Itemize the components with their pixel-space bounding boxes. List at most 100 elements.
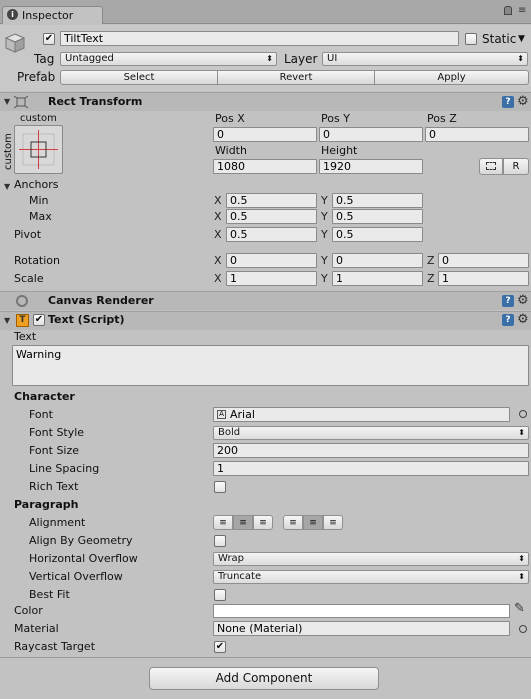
text-script-enabled-checkbox[interactable]: ✔	[33, 314, 45, 326]
tag-value: Untagged	[65, 53, 114, 64]
dropdown-arrow-icon: ⬍	[518, 428, 525, 437]
help-icon[interactable]: ?	[502, 96, 514, 108]
color-swatch[interactable]	[213, 604, 510, 618]
info-icon: i	[7, 9, 18, 20]
align-middle-button[interactable]: ≡	[303, 515, 323, 530]
foldout-arrow-icon[interactable]: ▼	[4, 316, 10, 325]
anchor-preset-icon	[19, 130, 58, 169]
anchors-label: Anchors	[14, 178, 59, 191]
layer-dropdown[interactable]: UI ⬍	[322, 52, 528, 66]
inspector-tab[interactable]: i Inspector	[2, 6, 103, 24]
prefab-revert-button[interactable]: Revert	[217, 70, 375, 85]
align-bottom-icon: ≡	[329, 518, 337, 528]
add-component-button[interactable]: Add Component	[149, 667, 379, 690]
eyedropper-icon[interactable]: ✎	[514, 602, 525, 616]
horizontal-overflow-dropdown[interactable]: Wrap ⬍	[213, 552, 529, 566]
prefab-label: Prefab	[17, 70, 56, 84]
font-asset-icon: A	[217, 410, 226, 419]
object-picker-icon[interactable]	[519, 410, 527, 418]
scale-y-field[interactable]: 1	[332, 271, 423, 286]
pivot-x-axis-label: X	[214, 228, 222, 241]
align-by-geometry-checkbox[interactable]	[214, 535, 226, 547]
gear-icon[interactable]: ⚙	[517, 95, 529, 108]
rotation-y-axis-label: Y	[321, 254, 328, 267]
pos-x-field[interactable]: 0	[213, 127, 317, 142]
active-checkbox[interactable]: ✔	[43, 33, 55, 45]
best-fit-checkbox[interactable]	[214, 589, 226, 601]
font-value: Arial	[230, 408, 255, 421]
pivot-y-field[interactable]: 0.5	[332, 227, 423, 242]
pos-y-field[interactable]: 0	[319, 127, 423, 142]
anchor-preset-button[interactable]	[14, 125, 63, 174]
width-field[interactable]: 1080	[213, 159, 317, 174]
rich-text-label: Rich Text	[29, 480, 79, 493]
lock-icon[interactable]	[504, 6, 512, 15]
scale-z-field[interactable]: 1	[438, 271, 529, 286]
anchor-max-y-field[interactable]: 0.5	[332, 209, 423, 224]
align-left-icon: ≡	[219, 518, 227, 528]
anchor-max-x-field[interactable]: 0.5	[226, 209, 317, 224]
vertical-overflow-dropdown[interactable]: Truncate ⬍	[213, 570, 529, 584]
min-x-axis-label: X	[214, 194, 222, 207]
static-checkbox[interactable]	[465, 33, 477, 45]
gear-icon[interactable]: ⚙	[517, 313, 529, 326]
gameobject-name-field[interactable]: TiltText	[60, 31, 459, 46]
scale-y-axis-label: Y	[321, 272, 328, 285]
rotation-x-axis-label: X	[214, 254, 222, 267]
anchor-min-x-field[interactable]: 0.5	[226, 193, 317, 208]
text-area[interactable]: Warning	[12, 345, 529, 386]
menu-icon[interactable]: ≡	[518, 6, 526, 16]
scale-x-field[interactable]: 1	[226, 271, 317, 286]
scale-z-axis-label: Z	[427, 272, 435, 285]
anchor-min-y-field[interactable]: 0.5	[332, 193, 423, 208]
text-script-title: Text (Script)	[48, 313, 125, 326]
foldout-arrow-icon[interactable]: ▼	[4, 97, 10, 106]
font-size-label: Font Size	[29, 444, 80, 457]
text-component-icon: T	[16, 314, 29, 327]
gear-icon[interactable]: ⚙	[517, 294, 529, 307]
align-bottom-button[interactable]: ≡	[323, 515, 343, 530]
raw-edit-button[interactable]: R	[503, 158, 529, 175]
object-picker-icon[interactable]	[519, 625, 527, 633]
line-spacing-field[interactable]: 1	[213, 461, 529, 476]
font-field[interactable]: A Arial	[213, 407, 510, 422]
font-label: Font	[29, 408, 53, 421]
color-label: Color	[14, 604, 43, 617]
rich-text-checkbox[interactable]	[214, 481, 226, 493]
help-icon[interactable]: ?	[502, 295, 514, 307]
anchor-preset-top-label: custom	[20, 113, 57, 124]
blueprint-icon	[486, 162, 496, 170]
material-label: Material	[14, 622, 59, 635]
height-label: Height	[321, 144, 358, 157]
prefab-select-button[interactable]: Select	[60, 70, 218, 85]
pos-z-field[interactable]: 0	[425, 127, 529, 142]
material-field[interactable]: None (Material)	[213, 621, 510, 636]
anchors-min-label: Min	[29, 194, 49, 207]
font-style-dropdown[interactable]: Bold ⬍	[213, 426, 529, 440]
rotation-x-field[interactable]: 0	[226, 253, 317, 268]
pivot-y-axis-label: Y	[321, 228, 328, 241]
static-dropdown-arrow-icon[interactable]: ▼	[518, 34, 525, 44]
best-fit-label: Best Fit	[29, 588, 70, 601]
prefab-apply-button[interactable]: Apply	[374, 70, 529, 85]
align-center-button[interactable]: ≡	[233, 515, 253, 530]
blueprint-mode-button[interactable]	[479, 158, 503, 175]
align-left-button[interactable]: ≡	[213, 515, 233, 530]
max-y-axis-label: Y	[321, 210, 328, 223]
font-style-label: Font Style	[29, 426, 85, 439]
align-right-icon: ≡	[259, 518, 267, 528]
font-size-field[interactable]: 200	[213, 443, 529, 458]
inspector-tab-label: Inspector	[22, 9, 74, 22]
rotation-z-field[interactable]: 0	[438, 253, 529, 268]
pivot-x-field[interactable]: 0.5	[226, 227, 317, 242]
align-right-button[interactable]: ≡	[253, 515, 273, 530]
raycast-target-checkbox[interactable]: ✔	[214, 641, 226, 653]
align-center-icon: ≡	[239, 518, 247, 528]
rotation-y-field[interactable]: 0	[332, 253, 423, 268]
anchors-foldout-arrow-icon[interactable]: ▼	[4, 182, 10, 191]
help-icon[interactable]: ?	[502, 314, 514, 326]
tag-dropdown[interactable]: Untagged ⬍	[60, 52, 277, 66]
height-field[interactable]: 1920	[319, 159, 423, 174]
max-x-axis-label: X	[214, 210, 222, 223]
align-top-button[interactable]: ≡	[283, 515, 303, 530]
